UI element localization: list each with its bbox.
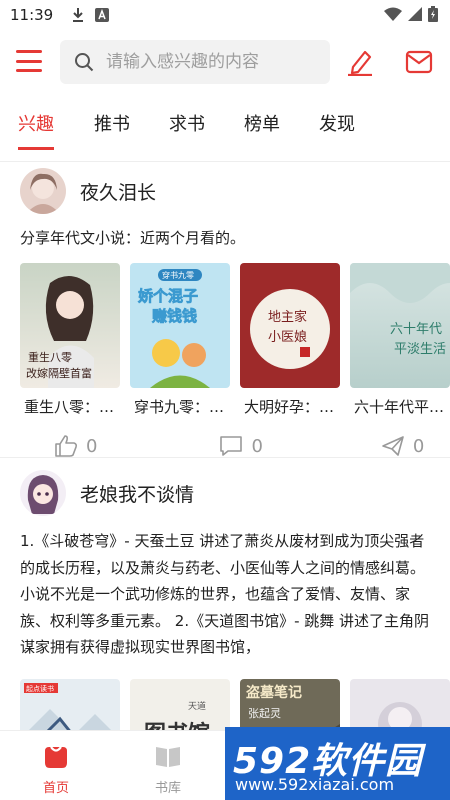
svg-text:小医娘: 小医娘 xyxy=(268,330,307,345)
search-icon xyxy=(75,53,94,72)
home-icon xyxy=(41,741,71,771)
svg-text:张起灵: 张起灵 xyxy=(248,707,281,720)
tab-ranking[interactable]: 榜单 xyxy=(244,110,280,150)
username[interactable]: 老娘我不谈情 xyxy=(80,480,194,507)
book-cover: 六十年代平淡生活 xyxy=(350,263,450,388)
nav-library[interactable]: 书库 xyxy=(133,741,203,796)
svg-text:地主家: 地主家 xyxy=(268,309,307,325)
svg-text:娇个混子: 娇个混子 xyxy=(138,287,198,305)
book-title: 穿书九零：娇个混子赚钱钱 xyxy=(134,398,230,416)
app-notification-icon xyxy=(95,8,110,22)
comment-icon xyxy=(220,436,243,456)
post-divider xyxy=(0,457,450,458)
book-icon xyxy=(153,741,183,771)
category-tabs: 兴趣 推书 求书 榜单 发现 xyxy=(0,110,450,150)
download-icon xyxy=(71,8,85,22)
menu-button[interactable] xyxy=(16,50,42,72)
book-card[interactable]: 重生八零改嫁隔壁首富 重生八零：改嫁隔壁首富 xyxy=(20,263,120,417)
comment-count: 0 xyxy=(251,435,263,457)
watermark-banner: 592软件园 www.592xiazai.com xyxy=(225,727,450,800)
top-header xyxy=(0,38,450,86)
share-count: 0 xyxy=(412,435,425,457)
svg-text:改嫁隔壁首富: 改嫁隔壁首富 xyxy=(26,366,92,380)
edit-post-button[interactable] xyxy=(346,48,374,77)
status-time: 11:39 xyxy=(10,6,54,24)
menu-icon xyxy=(16,50,42,53)
tab-discover[interactable]: 发现 xyxy=(319,110,355,150)
cover-tag: 起点读书 xyxy=(26,684,54,693)
battery-icon xyxy=(428,6,438,26)
avatar[interactable] xyxy=(20,470,66,516)
avatar[interactable] xyxy=(20,168,66,214)
tabs-divider xyxy=(0,161,450,162)
post-text: 1.《斗破苍穹》- 天蚕土豆 讲述了萧炎从废材到成为顶尖强者的成长历程，以及萧炎… xyxy=(20,532,430,656)
status-right xyxy=(384,6,438,26)
signal-icon xyxy=(408,7,422,25)
book-cover: 重生八零改嫁隔壁首富 xyxy=(20,263,120,388)
book-title: 重生八零：改嫁隔壁首富 xyxy=(24,398,120,416)
svg-text:天道: 天道 xyxy=(188,700,206,712)
svg-text:六十年代: 六十年代 xyxy=(390,322,442,337)
tab-recommend[interactable]: 推书 xyxy=(94,110,130,150)
messages-button[interactable] xyxy=(405,49,433,75)
book-card[interactable]: 六十年代平淡生活 六十年代平淡生活 xyxy=(350,263,450,417)
nav-library-label: 书库 xyxy=(154,781,181,796)
book-card[interactable]: 穿书九零娇个混子赚钱钱 穿书九零：娇个混子赚钱钱 xyxy=(130,263,230,417)
thumbs-up-icon xyxy=(55,435,78,457)
share-icon xyxy=(382,436,404,456)
nav-home-label: 首页 xyxy=(42,781,69,796)
like-count: 0 xyxy=(86,435,98,457)
feed-post[interactable]: 夜久泪长 分享年代文小说：近两个月看的。 重生八零改嫁隔壁首富 重生八零：改嫁隔… xyxy=(0,166,450,461)
book-card[interactable]: 地主家小医娘 大明好孕：地主家的小医娘 xyxy=(240,263,340,417)
post-text: 分享年代文小说：近两个月看的。 xyxy=(20,229,246,247)
svg-text:穿书九零: 穿书九零 xyxy=(162,270,194,280)
book-title: 六十年代平淡生活 xyxy=(354,398,450,416)
search-bar[interactable] xyxy=(60,40,330,84)
svg-text:盗墓笔记: 盗墓笔记 xyxy=(246,684,302,701)
feed-post[interactable]: 老娘我不谈情 1.《斗破苍穹》- 天蚕土豆 讲述了萧炎从废材到成为顶尖强者的成长… xyxy=(0,468,450,759)
mail-icon xyxy=(405,50,433,74)
book-cover: 穿书九零娇个混子赚钱钱 xyxy=(130,263,230,388)
status-bar: 11:39 xyxy=(0,0,450,30)
search-input[interactable] xyxy=(106,52,306,72)
book-list: 重生八零改嫁隔壁首富 重生八零：改嫁隔壁首富 穿书九零娇个混子赚钱钱 穿书九零：… xyxy=(0,263,450,417)
username[interactable]: 夜久泪长 xyxy=(80,178,156,205)
book-title: 大明好孕：地主家的小医娘 xyxy=(244,398,340,416)
watermark-url: www.592xiazai.com xyxy=(235,775,395,794)
svg-text:赚钱钱: 赚钱钱 xyxy=(151,307,197,325)
svg-text:重生八零: 重生八零 xyxy=(28,350,72,364)
wifi-icon xyxy=(384,7,402,25)
tab-request[interactable]: 求书 xyxy=(169,110,205,150)
svg-text:平淡生活: 平淡生活 xyxy=(394,342,446,357)
tab-interest[interactable]: 兴趣 xyxy=(18,110,54,150)
pencil-icon xyxy=(348,50,372,77)
book-cover: 地主家 小医娘 xyxy=(240,263,340,388)
nav-home[interactable]: 首页 xyxy=(21,741,91,796)
